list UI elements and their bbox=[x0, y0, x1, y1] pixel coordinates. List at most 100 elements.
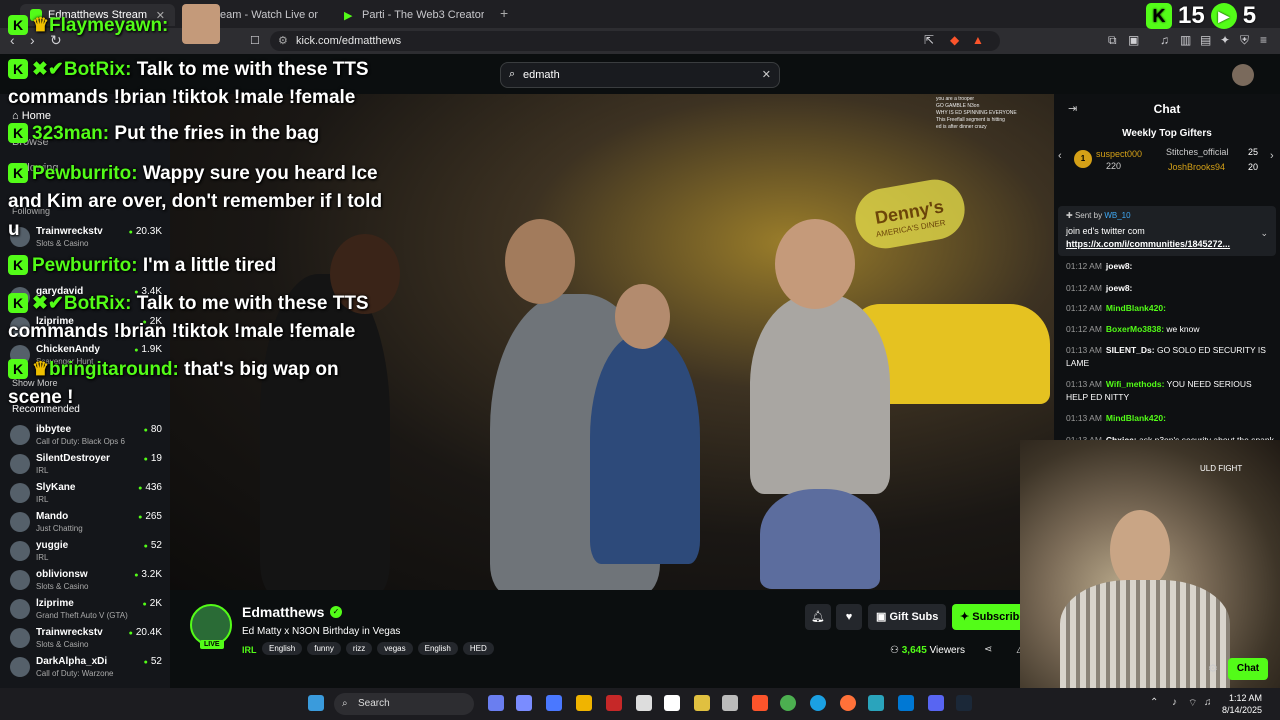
discord-icon[interactable] bbox=[928, 695, 944, 711]
channel-name: DarkAlpha_xDi bbox=[36, 656, 108, 667]
search-icon: ⌕ bbox=[509, 68, 516, 80]
recommended-channel[interactable]: DarkAlpha_xDi Call of Duty: Warzone 52 bbox=[10, 654, 162, 682]
address-bar[interactable]: ⚙ kick.com/edmatthews bbox=[270, 31, 1000, 51]
edge-icon[interactable] bbox=[810, 695, 826, 711]
channel-category: Call of Duty: Warzone bbox=[36, 669, 114, 678]
firefox-icon[interactable] bbox=[840, 695, 856, 711]
stream-chat-overlay: you are a trooper GO GAMBLE N3on WHY IS … bbox=[936, 96, 1017, 130]
kick-badge-icon: K bbox=[8, 255, 28, 275]
clear-search-icon[interactable]: ✕ bbox=[762, 68, 771, 81]
taskbar-clock[interactable]: 1:12 AM 8/14/2025 bbox=[1222, 692, 1262, 716]
crown-icon: ♛ bbox=[32, 15, 50, 36]
chevron-down-icon[interactable]: ⌄ bbox=[1260, 228, 1268, 239]
streamer-name[interactable]: Edmatthews bbox=[242, 604, 324, 620]
user-avatar[interactable] bbox=[1232, 64, 1254, 86]
app-icon[interactable] bbox=[636, 695, 652, 711]
follow-heart-icon[interactable]: ♥ bbox=[836, 604, 862, 630]
tag[interactable]: HED bbox=[462, 642, 494, 655]
streamer-info: LIVE Edmatthews ✓ Ed Matty x N3ON Birthd… bbox=[170, 590, 1054, 688]
app-icon[interactable] bbox=[606, 695, 622, 711]
kick-badge-icon: K bbox=[8, 359, 28, 379]
share-icon[interactable]: ⋖ bbox=[984, 644, 992, 655]
recommended-channel[interactable]: ibbytee Call of Duty: Black Ops 6 80 bbox=[10, 422, 162, 450]
bot-badge-icon: ✖✔ bbox=[32, 293, 64, 314]
app-icon[interactable] bbox=[516, 695, 532, 711]
brave-icon[interactable] bbox=[752, 695, 768, 711]
parti-favicon-icon: ▶ bbox=[344, 10, 353, 22]
chat-message: 01:12 AM joew8: bbox=[1066, 261, 1133, 271]
tag[interactable]: English bbox=[417, 642, 458, 655]
tag[interactable]: English bbox=[262, 642, 303, 655]
tag[interactable]: funny bbox=[307, 642, 341, 655]
wallet-icon[interactable]: ▤ bbox=[1200, 33, 1211, 47]
tts-avatar-image bbox=[182, 4, 220, 44]
overlay-chat-message: K Pewburrito: I'm a little tired bbox=[8, 252, 276, 280]
share-page-icon[interactable]: ⇱ bbox=[924, 33, 934, 47]
brave-rewards-icon[interactable]: ▲ bbox=[972, 33, 984, 47]
app-icon[interactable] bbox=[868, 695, 884, 711]
gifter-count: 25 bbox=[1248, 147, 1259, 157]
microphone-icon[interactable]: ♪ bbox=[1172, 697, 1177, 708]
tab-title: Stream - Watch Live on Kick bbox=[206, 9, 318, 21]
gifter-name[interactable]: suspect000 bbox=[1096, 149, 1142, 159]
app-icon[interactable] bbox=[694, 695, 710, 711]
recommended-channel[interactable]: SlyKane IRL 436 bbox=[10, 480, 162, 508]
gifter-name[interactable]: JoshBrooks94 bbox=[1168, 162, 1225, 172]
chat-send-button[interactable]: Chat bbox=[1228, 658, 1268, 680]
tag[interactable]: vegas bbox=[377, 642, 413, 655]
recommended-channel[interactable]: Mando Just Chatting 265 bbox=[10, 509, 162, 537]
pinned-link[interactable]: https://x.com/i/communities/1845272... bbox=[1066, 239, 1246, 249]
chrome-icon[interactable] bbox=[780, 695, 796, 711]
recommended-channel[interactable]: Trainwreckstv Slots & Casino 20.4K bbox=[10, 625, 162, 653]
extensions-icon[interactable]: ⧉ bbox=[1108, 33, 1117, 48]
gifter-name[interactable]: Stitches_official bbox=[1166, 147, 1228, 157]
app-icon[interactable] bbox=[488, 695, 504, 711]
chat-fragment: ULD FIGHT bbox=[1200, 464, 1243, 473]
volume-icon[interactable]: ♫ bbox=[1204, 697, 1212, 708]
recommended-channel[interactable]: SilentDestroyer IRL 19 bbox=[10, 451, 162, 479]
search-input[interactable]: ⌕ edmath ✕ bbox=[500, 62, 780, 88]
chevron-right-icon[interactable]: › bbox=[1270, 150, 1274, 162]
recommended-channel[interactable]: oblivionsw Slots & Casino 3.2K bbox=[10, 567, 162, 595]
settings-gear-icon[interactable]: ⚙ bbox=[1208, 662, 1218, 675]
viewer-count: 3.2K bbox=[134, 569, 162, 580]
taskbar-search[interactable]: ⌕ Search bbox=[334, 693, 474, 715]
viewer-count: 19 bbox=[144, 453, 162, 464]
menu-icon[interactable]: ≡ bbox=[1260, 33, 1267, 47]
app-icon[interactable] bbox=[664, 695, 680, 711]
brave-shield-icon[interactable]: ◆ bbox=[950, 33, 959, 47]
screenshot-icon[interactable]: ▣ bbox=[1128, 33, 1139, 47]
vpn-icon[interactable]: ⛨ bbox=[1240, 33, 1249, 48]
chevron-left-icon[interactable]: ‹ bbox=[1058, 150, 1062, 162]
avatar bbox=[10, 570, 30, 590]
viewer-count: 2K bbox=[143, 598, 162, 609]
tab-parti[interactable]: ▶ Parti - The Web3 Creator Economy & bbox=[334, 4, 494, 26]
sidebar-icon[interactable]: ▥ bbox=[1180, 33, 1191, 47]
app-icon[interactable] bbox=[546, 695, 562, 711]
overlay-chat-message: K ✖✔BotRix: Talk to me with these TTS comm… bbox=[8, 293, 369, 342]
new-tab-button[interactable]: + bbox=[500, 5, 508, 21]
steam-icon[interactable] bbox=[956, 695, 972, 711]
overlay-chat-message: K ♛bringitaround: that's big wap on scene … bbox=[8, 359, 339, 408]
ai-icon[interactable]: ✦ bbox=[1220, 33, 1230, 47]
gift-subs-button[interactable]: ▣ Gift Subs bbox=[868, 604, 947, 630]
avatar bbox=[10, 425, 30, 445]
media-icon[interactable]: ♫ bbox=[1160, 33, 1169, 47]
site-info-icon[interactable]: ⚙ bbox=[278, 34, 288, 47]
windows-start-icon[interactable] bbox=[308, 695, 324, 711]
vscode-icon[interactable] bbox=[898, 695, 914, 711]
notifications-bell-icon[interactable]: 🔔︎ bbox=[805, 604, 831, 630]
avatar bbox=[10, 454, 30, 474]
recommended-channel[interactable]: yuggie IRL 52 bbox=[10, 538, 162, 566]
recommended-channel[interactable]: lziprime Grand Theft Auto V (GTA) 2K bbox=[10, 596, 162, 624]
tag[interactable]: rizz bbox=[345, 642, 373, 655]
file-explorer-icon[interactable] bbox=[576, 695, 592, 711]
bookmark-icon[interactable]: ☐ bbox=[250, 34, 260, 47]
person-figure bbox=[590, 334, 700, 564]
kick-badge-icon: K bbox=[8, 59, 28, 79]
wifi-icon[interactable]: ⌔ bbox=[1188, 697, 1197, 710]
app-icon[interactable] bbox=[722, 695, 738, 711]
avatar bbox=[10, 628, 30, 648]
category-link[interactable]: IRL bbox=[242, 645, 257, 655]
chevron-up-icon[interactable]: ⌃ bbox=[1150, 697, 1158, 708]
